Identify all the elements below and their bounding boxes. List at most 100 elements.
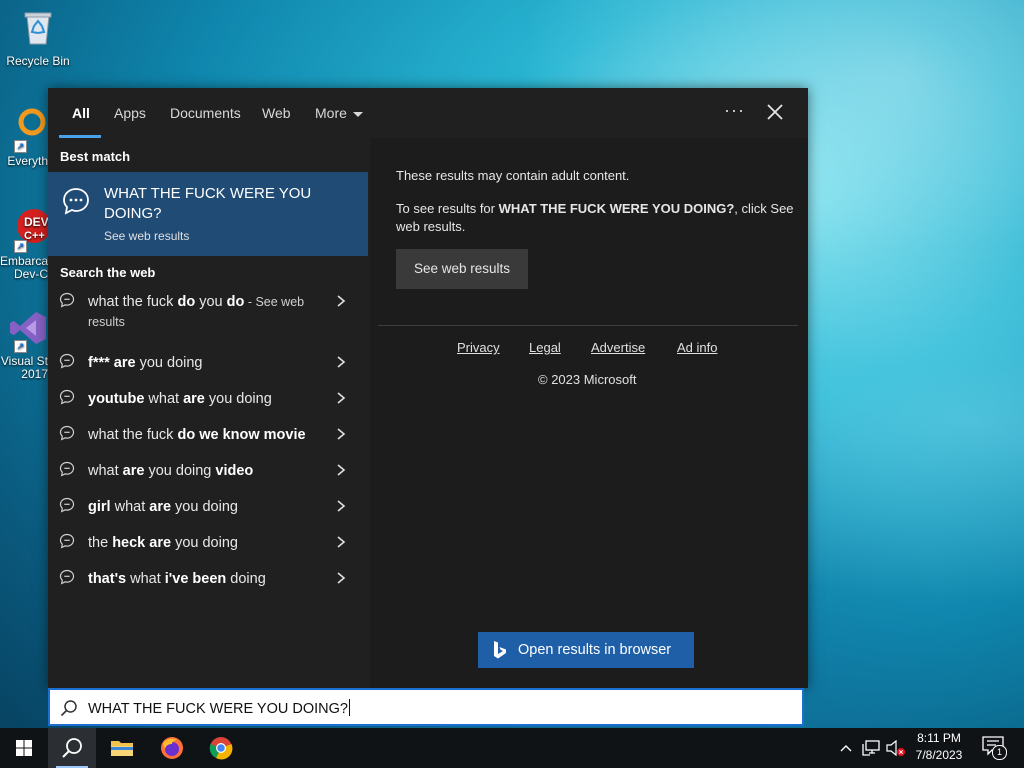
chevron-up-icon[interactable]	[840, 744, 852, 752]
search-suggestion-icon	[59, 497, 75, 513]
caret-down-icon	[352, 111, 363, 117]
chat-bubble-icon	[63, 188, 89, 215]
chevron-right-icon[interactable]	[336, 536, 346, 548]
svg-text:C++: C++	[24, 230, 45, 242]
shortcut-arrow-icon: ↗	[14, 240, 27, 253]
suggestion-text-part: i've been	[164, 571, 227, 587]
ad-info-link[interactable]: Ad info	[677, 340, 717, 355]
desktop-icon-label: Everyth	[7, 154, 48, 168]
search-icon	[60, 700, 77, 717]
suggestion-text-part: that's	[88, 571, 127, 587]
text-caret	[348, 699, 350, 716]
clock[interactable]: 8:11 PM 7/8/2023	[910, 731, 968, 762]
suggestion-text-part: youtube	[88, 391, 145, 407]
desktop-icon-recycle-bin[interactable]: Recycle Bin	[0, 8, 76, 68]
network-icon[interactable]	[862, 740, 880, 756]
suggestion-text-part: the	[88, 535, 113, 551]
see-results-instruction: To see results for WHAT THE FUCK WERE YO…	[396, 200, 796, 236]
search-panel: All Apps Documents Web More ··· Best mat…	[48, 88, 808, 688]
start-button[interactable]	[0, 728, 48, 768]
folder-icon	[111, 741, 133, 756]
firefox-icon	[161, 737, 183, 759]
suggestion-text-part: heck are	[112, 535, 172, 551]
taskbar-search-button[interactable]	[48, 728, 96, 768]
suggestion-text-part: what	[110, 499, 150, 515]
web-suggestion-text: youtube what are you doing	[88, 389, 338, 409]
suggestion-text-part: girl	[88, 499, 111, 515]
svg-text:DEV: DEV	[24, 215, 48, 229]
chevron-right-icon[interactable]	[336, 500, 346, 512]
notification-count-badge: 1	[992, 745, 1007, 760]
chevron-right-icon[interactable]	[336, 428, 346, 440]
suggestion-text-part: you	[195, 294, 227, 310]
suggestion-text-part: doing	[226, 571, 266, 587]
web-suggestion-item[interactable]: f*** are you doing	[48, 345, 368, 379]
open-browser-label: Open results in browser	[518, 642, 672, 658]
chevron-right-icon[interactable]	[336, 392, 346, 404]
tab-more[interactable]: More	[315, 105, 363, 121]
suggestion-text-part: what	[144, 391, 184, 407]
legal-link[interactable]: Legal	[529, 340, 561, 355]
tab-more-label: More	[315, 105, 347, 121]
search-input[interactable]: WHAT THE FUCK WERE YOU DOING?	[88, 699, 350, 717]
best-match-title: WHAT THE FUCK WERE YOU DOING?	[104, 185, 312, 222]
web-suggestion-item[interactable]: girl what are you doing	[48, 489, 368, 523]
bing-logo-icon	[494, 641, 506, 659]
open-results-in-browser-button[interactable]: Open results in browser	[478, 632, 694, 668]
adult-content-notice: These results may contain adult content.	[396, 168, 630, 183]
search-box[interactable]: WHAT THE FUCK WERE YOU DOING?	[48, 688, 804, 726]
chevron-right-icon[interactable]	[336, 572, 346, 584]
action-center-button[interactable]: 1	[978, 736, 1008, 760]
results-list: Best match WHAT THE FUCK WERE YOU DOING?…	[48, 138, 370, 688]
web-suggestion-item[interactable]: what the fuck do we know movie	[48, 417, 368, 451]
web-suggestion-item[interactable]: that's what i've been doing	[48, 561, 368, 595]
tab-all[interactable]: All	[72, 105, 90, 121]
search-tabs: All Apps Documents Web More ···	[48, 88, 808, 138]
suggestion-text-part: do we know movie	[177, 427, 306, 443]
web-suggestion-item[interactable]: the heck are you doing	[48, 525, 368, 559]
web-suggestion-text: girl what are you doing	[88, 497, 338, 517]
firefox-button[interactable]	[148, 728, 196, 768]
web-suggestion-text: that's what i've been doing	[88, 569, 338, 589]
preview-pane: These results may contain adult content.…	[370, 138, 808, 688]
tab-documents[interactable]: Documents	[170, 105, 241, 121]
suggestion-text-part: f***	[88, 355, 110, 371]
file-explorer-button[interactable]	[98, 728, 146, 768]
suggestion-text-part: do	[226, 294, 245, 310]
search-suggestion-icon	[59, 533, 75, 549]
chrome-button[interactable]	[197, 728, 245, 768]
privacy-link[interactable]: Privacy	[457, 340, 500, 355]
chevron-right-icon[interactable]	[336, 295, 346, 307]
web-suggestion-text: f*** are you doing	[88, 353, 338, 373]
suggestion-text-part: are	[113, 355, 136, 371]
desktop-icon-label: Recycle Bin	[6, 54, 70, 68]
see-web-results-button[interactable]: See web results	[396, 249, 528, 289]
chevron-right-icon[interactable]	[336, 464, 346, 476]
tab-web[interactable]: Web	[262, 105, 291, 121]
best-match-item[interactable]: WHAT THE FUCK WERE YOU DOING? See web re…	[48, 172, 368, 256]
chevron-right-icon[interactable]	[336, 356, 346, 368]
web-suggestion-item[interactable]: what the fuck do you do - See web result…	[48, 284, 368, 336]
volume-muted-icon[interactable]	[886, 740, 906, 756]
search-suggestion-icon	[59, 353, 75, 369]
close-icon[interactable]	[764, 101, 786, 123]
web-suggestion-text: the heck are you doing	[88, 533, 338, 553]
web-suggestion-text: what the fuck do you do - See web result…	[88, 292, 338, 332]
search-suggestion-icon	[59, 425, 75, 441]
suggestion-text-part: you doing	[171, 499, 238, 515]
desktop-icon-label: Visual St 2017	[0, 354, 48, 381]
more-options-icon[interactable]: ···	[724, 100, 745, 121]
web-suggestion-item[interactable]: youtube what are you doing	[48, 381, 368, 415]
desktop-icon-label: Embarca Dev-C	[0, 254, 48, 281]
suggestion-text-part: you doing	[204, 391, 272, 407]
suggestion-text-part: do	[177, 294, 196, 310]
advertise-link[interactable]: Advertise	[591, 340, 645, 355]
suggestion-text-part: you doing	[144, 463, 216, 479]
tab-apps[interactable]: Apps	[114, 105, 146, 121]
shortcut-arrow-icon: ↗	[14, 340, 27, 353]
suggestion-text-part: what the fuck	[88, 427, 178, 443]
clock-date: 7/8/2023	[915, 748, 963, 762]
clock-time: 8:11 PM	[917, 731, 961, 745]
web-suggestion-item[interactable]: what are you doing video	[48, 453, 368, 487]
web-suggestion-text: what are you doing video	[88, 461, 338, 481]
